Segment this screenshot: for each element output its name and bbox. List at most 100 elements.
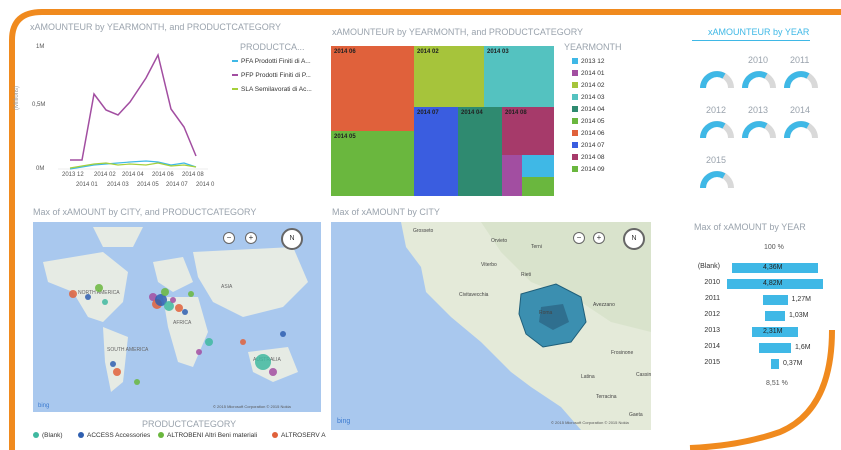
world-map-canvas [43, 227, 308, 392]
gauge-value: 4,81M [751, 81, 763, 86]
gauge[interactable] [700, 68, 734, 92]
line-legend-pfp[interactable]: PFP Prodotti Finiti di P... [232, 72, 311, 79]
tile-2014-06[interactable]: 2014 06 [331, 46, 414, 131]
funnel-value: 4,36M [763, 264, 783, 271]
map-bubble[interactable] [113, 368, 121, 376]
italy-map-title: Max of xAMOUNT by CITY [332, 207, 440, 217]
funnel-row-label: 2011 [704, 295, 720, 302]
tile-2014-04[interactable]: 2014 04 [458, 107, 502, 196]
map-bubble[interactable] [170, 297, 176, 303]
line-legend-pfa[interactable]: PFA Prodotti Finiti di A... [232, 58, 311, 65]
legend-label: (Blank) [42, 432, 63, 439]
legend-swatch [232, 74, 238, 77]
funnel-bar[interactable] [771, 359, 779, 369]
treemap-legend-item[interactable]: 2014 07 [572, 142, 605, 149]
world-legend-altrobeni[interactable]: ALTROBENI Altri Beni materiali [158, 432, 257, 439]
gauge[interactable] [742, 68, 776, 92]
treemap-legend-item[interactable]: 2014 05 [572, 118, 605, 125]
world-legend-title: PRODUCTCATEGORY [142, 419, 237, 429]
funnel-bar[interactable] [759, 343, 791, 353]
treemap-legend-item[interactable]: 2013 12 [572, 58, 605, 65]
funnel-bar[interactable] [762, 295, 788, 305]
tile-label: 2014 07 [417, 110, 439, 116]
treemap-legend-item[interactable]: 2014 09 [572, 166, 605, 173]
tile-2014-05[interactable]: 2014 05 [331, 131, 414, 196]
place-label: Rieti [521, 272, 532, 278]
tile-2014-08[interactable]: 2014 08 [502, 107, 554, 155]
map-bubble[interactable] [69, 290, 77, 298]
compass-icon[interactable]: N [281, 228, 303, 250]
series-pfp-line [70, 52, 197, 161]
gauge-year: 2014 [790, 105, 811, 115]
tile-label: 2014 03 [487, 49, 509, 55]
italy-map[interactable]: Grosseto Orvieto Viterbo Terni Rieti Civitave… [331, 222, 651, 430]
legend-swatch [78, 432, 84, 439]
map-bubble[interactable] [196, 349, 202, 355]
funnel-row-label: 2015 [704, 359, 720, 366]
legend-label: 2014 08 [581, 154, 605, 161]
map-bubble[interactable] [95, 284, 103, 292]
italy-zoom-in-button[interactable]: + [593, 232, 605, 244]
tile-small-3[interactable] [522, 177, 554, 196]
place-label: Gaeta [629, 412, 643, 418]
funnel-row-label: 2012 [704, 311, 720, 318]
funnel-bar[interactable] [765, 311, 785, 321]
gauge[interactable] [742, 118, 776, 142]
tile-small-2[interactable] [522, 155, 554, 177]
legend-swatch [572, 58, 578, 65]
treemap-legend-item[interactable]: 2014 04 [572, 106, 605, 113]
map-bubble[interactable] [188, 291, 194, 297]
world-legend-blank[interactable]: (Blank) [33, 432, 63, 439]
place-label: Orvieto [491, 238, 508, 244]
gauge[interactable] [784, 68, 818, 92]
map-bubble[interactable] [280, 331, 286, 337]
legend-swatch [572, 106, 578, 113]
zoom-in-button[interactable]: + [245, 232, 257, 244]
map-bubble[interactable] [255, 354, 271, 370]
map-bubble[interactable] [161, 288, 169, 296]
ytick-05m: 0,5M [32, 102, 46, 108]
map-bubble[interactable] [102, 299, 108, 305]
tile-small-1[interactable] [502, 155, 522, 196]
zoom-out-button[interactable]: − [223, 232, 235, 244]
legend-swatch [572, 142, 578, 149]
treemap-legend-item[interactable]: 2014 06 [572, 130, 605, 137]
map-bubble[interactable] [134, 379, 140, 385]
world-legend-access[interactable]: ACCESS Accessories [78, 432, 150, 439]
funnel-row-label: (Blank) [697, 263, 720, 270]
map-bubble[interactable] [240, 339, 246, 345]
legend-label: ALTROBENI Altri Beni materiali [167, 432, 258, 439]
gauge[interactable] [700, 118, 734, 142]
treemap-legend-item[interactable]: 2014 01 [572, 70, 605, 77]
map-bubble[interactable] [269, 368, 277, 376]
legend-swatch [232, 60, 238, 63]
world-map[interactable]: NORTH AMERICA ASIA AFRICA SOUTH AMERICA … [33, 222, 321, 412]
treemap-legend-item[interactable]: 2014 08 [572, 154, 605, 161]
map-bubble[interactable] [110, 361, 116, 367]
gauge-value: 1,31M [709, 181, 721, 186]
tile-2014-03[interactable]: 2014 03 [484, 46, 554, 107]
treemap-legend-item[interactable]: 2014 03 [572, 94, 605, 101]
xtick-top-4: 2014 08 [182, 172, 204, 178]
map-bubble[interactable] [182, 309, 188, 315]
tile-label: 2014 06 [334, 49, 356, 55]
map-bubble[interactable] [85, 294, 91, 300]
world-legend-altroserv[interactable]: ALTROSERV A [272, 432, 326, 439]
tile-label: 2014 02 [417, 49, 439, 55]
legend-label: 2014 01 [581, 70, 605, 77]
legend-label: ALTROSERV A [281, 432, 326, 439]
tile-2014-07[interactable]: 2014 07 [414, 107, 458, 196]
line-legend-sla[interactable]: SLA Semilavorati di Ac... [232, 86, 312, 93]
bing-logo: bing [38, 403, 50, 409]
gauge[interactable] [700, 168, 734, 192]
italy-compass-icon[interactable]: N [623, 228, 645, 250]
map-bubble[interactable] [205, 338, 213, 346]
tile-2014-02[interactable]: 2014 02 [414, 46, 484, 107]
legend-label: SLA Semilavorati di Ac... [241, 86, 312, 93]
legend-label: 2014 06 [581, 130, 605, 137]
treemap-legend-item[interactable]: 2014 02 [572, 82, 605, 89]
italy-zoom-out-button[interactable]: − [573, 232, 585, 244]
treemap-legend-title: YEARMONTH [564, 42, 622, 52]
place-label: Terracina [596, 394, 617, 400]
gauge[interactable] [784, 118, 818, 142]
